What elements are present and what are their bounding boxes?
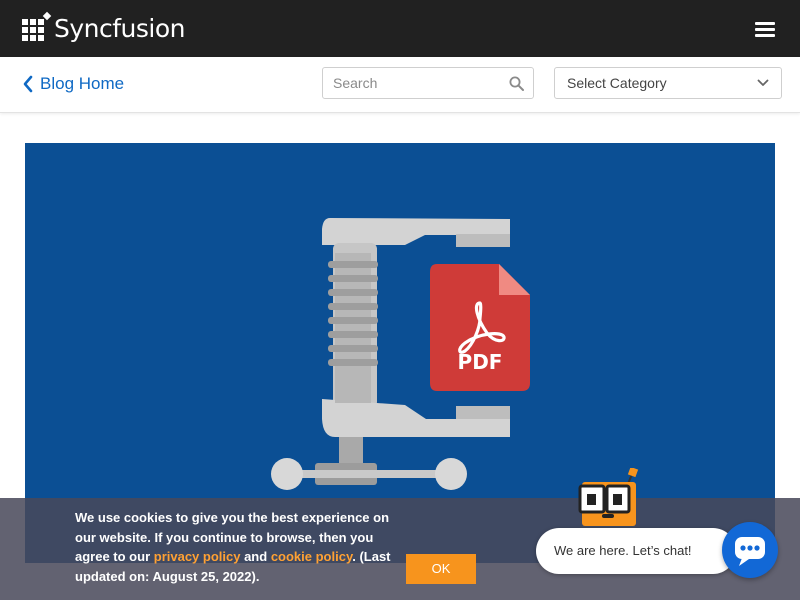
- search-input[interactable]: [323, 68, 503, 98]
- privacy-policy-link[interactable]: privacy policy: [154, 549, 241, 564]
- open-chat-button[interactable]: [722, 522, 778, 578]
- cookie-ok-button[interactable]: OK: [406, 554, 476, 584]
- blog-home-label: Blog Home: [40, 74, 125, 93]
- category-select[interactable]: Select Category: [554, 67, 782, 99]
- search-icon[interactable]: [509, 76, 524, 91]
- cookie-message: We use cookies to give you the best expe…: [75, 510, 391, 584]
- chevron-down-icon: [757, 79, 769, 86]
- logo-grid-icon: [22, 11, 52, 45]
- top-header: Syncfusion: [0, 0, 800, 57]
- chat-greeting-text: We are here. Let’s chat!: [554, 543, 692, 558]
- chat-mascot-icon: [578, 468, 639, 526]
- chevron-left-icon: [23, 75, 33, 93]
- brand-name: Syncfusion: [54, 14, 186, 43]
- search-box: [322, 67, 534, 99]
- blog-home-link[interactable]: Blog Home: [20, 73, 124, 95]
- chat-icon: [735, 537, 765, 566]
- blog-subnav: Blog Home Select Category: [0, 57, 800, 113]
- chat-greeting-bubble[interactable]: We are here. Let’s chat!: [536, 528, 736, 574]
- cookie-policy-link[interactable]: cookie policy: [271, 549, 352, 564]
- hamburger-menu-icon[interactable]: [755, 22, 775, 37]
- category-select-value: Select Category: [567, 75, 667, 91]
- pdf-badge-text: PDF: [458, 350, 503, 374]
- syncfusion-logo[interactable]: Syncfusion: [22, 11, 186, 46]
- pdf-file-icon: PDF: [430, 264, 530, 391]
